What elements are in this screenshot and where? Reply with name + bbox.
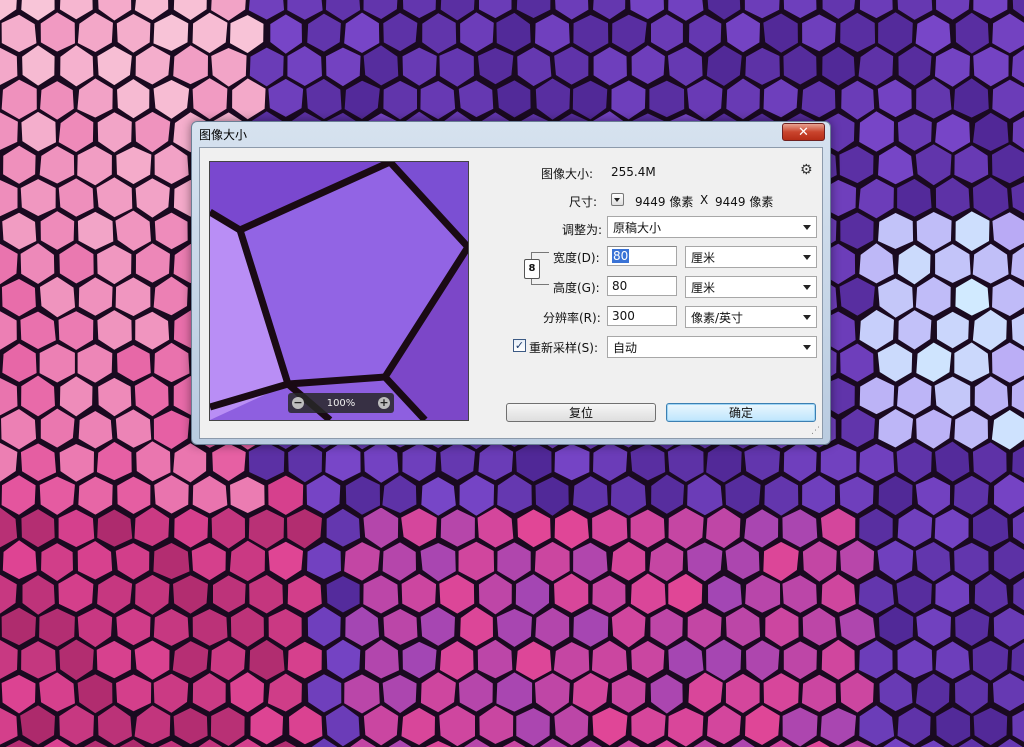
width-input[interactable]: 80 xyxy=(607,246,677,266)
width-unit-select[interactable]: 厘米 xyxy=(685,246,817,268)
preview-zoom-bar: − 100% + xyxy=(288,393,394,413)
chevron-down-icon xyxy=(803,345,811,350)
width-label: 宽度(D): xyxy=(553,251,600,265)
close-button[interactable]: ✕ xyxy=(782,123,825,141)
reset-button-label: 复位 xyxy=(568,406,593,420)
dimensions-width: 9449 像素 xyxy=(635,195,694,209)
ok-button[interactable]: 确定 xyxy=(666,403,816,422)
resample-value: 自动 xyxy=(613,340,638,355)
reset-button[interactable]: 复位 xyxy=(506,403,656,422)
height-unit-value: 厘米 xyxy=(691,280,716,295)
resolution-unit-select[interactable]: 像素/英寸 xyxy=(685,306,817,328)
chevron-down-icon xyxy=(803,285,811,290)
height-input[interactable]: 80 xyxy=(607,276,677,296)
settings-gear-icon[interactable]: ⚙ xyxy=(800,162,813,178)
dimensions-label: 尺寸: xyxy=(569,195,598,209)
dimensions-x: X xyxy=(700,193,709,207)
resolution-input[interactable]: 300 xyxy=(607,306,677,326)
chevron-down-icon xyxy=(803,225,811,230)
resize-grip-icon[interactable]: ⋰ xyxy=(811,426,820,436)
dialog-content: − 100% + 图像大小: 255.4M ⚙ 尺寸: 9449 像素 X 94… xyxy=(199,147,823,439)
height-unit-select[interactable]: 厘米 xyxy=(685,276,817,298)
chevron-down-icon xyxy=(803,315,811,320)
resolution-unit-value: 像素/英寸 xyxy=(691,310,744,325)
height-label: 高度(G): xyxy=(553,281,600,295)
width-unit-value: 厘米 xyxy=(691,250,716,265)
height-value: 80 xyxy=(612,279,628,293)
image-preview[interactable]: − 100% + xyxy=(209,161,469,421)
close-icon: ✕ xyxy=(798,124,809,140)
resample-checkbox[interactable]: ✓ xyxy=(513,339,526,352)
constrain-proportions-link-icon[interactable]: 8 xyxy=(524,259,540,279)
preview-image xyxy=(210,162,468,420)
width-value: 80 xyxy=(612,249,630,263)
dialog-titlebar[interactable]: 图像大小 ✕ xyxy=(192,122,830,146)
resample-select[interactable]: 自动 xyxy=(607,336,817,358)
image-size-dialog: 图像大小 ✕ − 100% + 图像大小: 255.4M ⚙ 尺寸: 9449 … xyxy=(191,121,831,445)
chevron-down-icon xyxy=(803,255,811,260)
dialog-title: 图像大小 xyxy=(199,128,248,142)
fit-to-label: 调整为: xyxy=(562,223,603,237)
zoom-out-icon[interactable]: − xyxy=(292,397,304,409)
resolution-value: 300 xyxy=(612,309,635,323)
fit-to-value: 原稿大小 xyxy=(613,220,662,235)
preview-zoom-level: 100% xyxy=(326,397,356,409)
ok-button-label: 确定 xyxy=(728,406,753,420)
check-icon: ✓ xyxy=(514,339,525,352)
dimensions-height: 9449 像素 xyxy=(715,195,774,209)
resolution-label: 分辨率(R): xyxy=(543,311,601,325)
zoom-in-icon[interactable]: + xyxy=(378,397,390,409)
resample-label: 重新采样(S): xyxy=(529,341,599,355)
image-size-value: 255.4M xyxy=(611,165,656,179)
image-size-label: 图像大小: xyxy=(541,167,594,181)
dimensions-unit-dropdown[interactable] xyxy=(611,193,624,206)
fit-to-select[interactable]: 原稿大小 xyxy=(607,216,817,238)
